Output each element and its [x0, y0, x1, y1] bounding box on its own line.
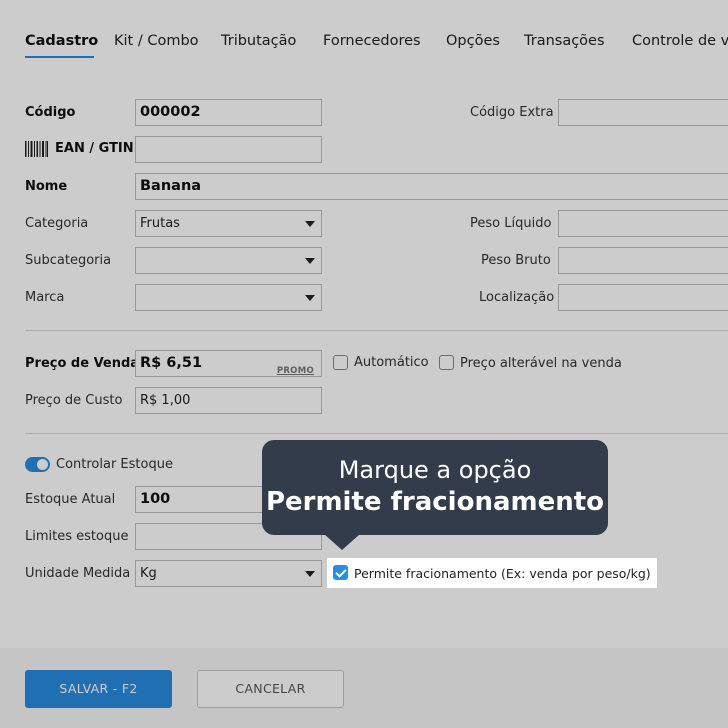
- promo-link[interactable]: PROMO: [277, 359, 314, 376]
- preco-custo-input[interactable]: R$ 1,00: [135, 387, 322, 414]
- subcategoria-label: Subcategoria: [25, 253, 112, 268]
- active-tab-indicator: [25, 56, 94, 58]
- save-button[interactable]: SALVAR - F2: [25, 670, 172, 708]
- preco-custo-label: Preço de Custo: [25, 393, 123, 408]
- tab-tributacao[interactable]: Tributação: [221, 33, 296, 49]
- nome-label: Nome: [25, 179, 68, 194]
- preco-alteravel-checkbox[interactable]: [439, 355, 454, 370]
- tab-kit-combo[interactable]: Kit / Combo: [114, 33, 199, 49]
- barcode-icon: [25, 141, 48, 157]
- preco-venda-input[interactable]: R$ 6,51 PROMO: [135, 350, 322, 377]
- unidade-medida-value: Kg: [140, 566, 157, 581]
- estoque-atual-label: Estoque Atual: [25, 492, 116, 507]
- automatico-label: Automático: [354, 355, 429, 370]
- limites-estoque-label: Limites estoque: [25, 529, 129, 544]
- unidade-medida-label: Unidade Medida: [25, 566, 131, 581]
- tooltip-line2: Permite fracionamento: [265, 487, 605, 517]
- chevron-down-icon: [305, 571, 315, 577]
- preco-alteravel-label: Preço alterável na venda: [460, 356, 622, 371]
- ean-input[interactable]: [135, 136, 322, 163]
- tooltip-line1: Marque a opção: [338, 456, 532, 484]
- cancel-button[interactable]: CANCELAR: [197, 670, 344, 708]
- tab-opcoes[interactable]: Opções: [446, 33, 500, 49]
- marca-select[interactable]: [135, 284, 322, 311]
- categoria-value: Frutas: [140, 216, 180, 231]
- marca-label: Marca: [25, 290, 65, 305]
- toggle-knob: [37, 459, 48, 470]
- preco-venda-label: Preço de Venda: [25, 356, 140, 371]
- peso-bruto-label: Peso Bruto: [481, 253, 551, 268]
- codigo-extra-label: Código Extra: [470, 105, 554, 120]
- localizacao-label: Localização: [479, 290, 555, 305]
- controlar-estoque-label: Controlar Estoque: [56, 457, 173, 472]
- tab-cadastro[interactable]: Cadastro: [25, 33, 98, 49]
- localizacao-input[interactable]: [558, 284, 728, 311]
- tab-controle-validade[interactable]: Controle de v: [632, 33, 728, 49]
- tab-transacoes[interactable]: Transações: [524, 33, 605, 49]
- peso-bruto-input[interactable]: [558, 247, 728, 274]
- section-divider: [25, 433, 728, 434]
- nome-input[interactable]: Banana: [135, 173, 728, 200]
- ean-label: EAN / GTIN: [55, 141, 134, 156]
- categoria-label: Categoria: [25, 216, 89, 231]
- codigo-extra-input[interactable]: [558, 99, 728, 126]
- tab-bar: Cadastro Kit / Combo Tributação Forneced…: [0, 0, 728, 70]
- instruction-tooltip: Marque a opção Permite fracionamento: [262, 440, 608, 535]
- tooltip-arrow: [324, 534, 360, 550]
- codigo-input[interactable]: 000002: [135, 99, 322, 126]
- chevron-down-icon: [305, 258, 315, 264]
- controlar-estoque-toggle[interactable]: [25, 457, 50, 472]
- categoria-select[interactable]: Frutas: [135, 210, 322, 237]
- chevron-down-icon: [305, 295, 315, 301]
- tab-fornecedores[interactable]: Fornecedores: [323, 33, 421, 49]
- codigo-label: Código: [25, 105, 76, 120]
- peso-liquido-label: Peso Líquido: [470, 216, 552, 231]
- section-divider: [25, 330, 728, 331]
- permite-fracionamento-highlight: Permite fracionamento (Ex: venda por pes…: [327, 558, 657, 588]
- subcategoria-select[interactable]: [135, 247, 322, 274]
- permite-fracionamento-checkbox[interactable]: [333, 565, 348, 580]
- unidade-medida-select[interactable]: Kg: [135, 560, 322, 587]
- chevron-down-icon: [305, 221, 315, 227]
- automatico-checkbox[interactable]: [333, 355, 348, 370]
- preco-venda-value: R$ 6,51: [140, 355, 203, 371]
- peso-liquido-input[interactable]: [558, 210, 728, 237]
- permite-fracionamento-label: Permite fracionamento (Ex: venda por pes…: [354, 566, 651, 581]
